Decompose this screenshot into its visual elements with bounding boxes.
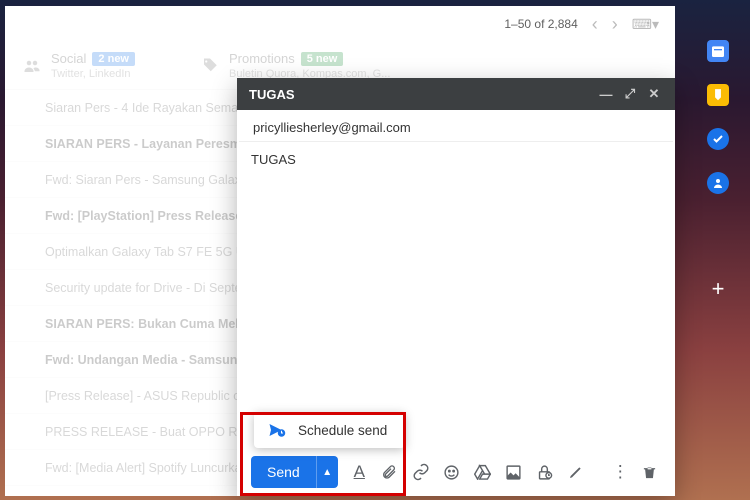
schedule-send-label: Schedule send <box>298 423 387 438</box>
minimize-icon[interactable]: — <box>597 87 615 102</box>
emoji-icon[interactable] <box>443 464 462 481</box>
prev-page-button[interactable]: ‹ <box>592 14 598 35</box>
side-panel: + <box>686 0 750 500</box>
subject-field[interactable]: TUGAS <box>237 142 675 177</box>
attach-icon[interactable] <box>381 463 400 481</box>
drive-icon[interactable] <box>474 464 493 480</box>
tab-social[interactable]: Social 2 new Twitter, LinkedIn <box>5 42 153 89</box>
tab-promotions-label: Promotions <box>229 51 295 66</box>
image-icon[interactable] <box>505 464 524 481</box>
tasks-icon[interactable] <box>707 128 729 150</box>
contacts-icon[interactable] <box>707 172 729 194</box>
schedule-send-menu[interactable]: Schedule send <box>254 412 405 448</box>
compose-title: TUGAS <box>249 87 295 102</box>
more-options-icon[interactable]: ⋮ <box>611 462 630 482</box>
compose-body[interactable] <box>237 177 675 448</box>
confidential-icon[interactable] <box>536 464 555 481</box>
send-options-button[interactable]: ▲ <box>316 456 338 488</box>
pen-icon[interactable] <box>568 464 587 480</box>
people-icon <box>23 57 41 75</box>
toolbar-top: 1–50 of 2,884 ‹ › ⌨▾ <box>5 6 675 42</box>
pagination-range: 1–50 of 2,884 <box>504 17 577 31</box>
add-apps-button[interactable]: + <box>712 276 725 302</box>
link-icon[interactable] <box>412 463 431 481</box>
compose-header[interactable]: TUGAS — ⤢ ✕ <box>237 78 675 110</box>
gmail-panel: 1–50 of 2,884 ‹ › ⌨▾ Social 2 new Twitte… <box>5 6 675 496</box>
send-button[interactable]: Send <box>251 456 316 488</box>
tag-icon <box>201 57 219 75</box>
expand-icon[interactable]: ⤢ <box>621 86 639 102</box>
keep-icon[interactable] <box>707 84 729 106</box>
promotions-badge: 5 new <box>301 52 344 66</box>
tab-social-label: Social <box>51 51 86 66</box>
calendar-icon[interactable] <box>707 40 729 62</box>
input-tools-icon[interactable]: ⌨▾ <box>632 16 659 33</box>
send-split-button: Send ▲ <box>251 456 338 488</box>
tab-social-meta: Twitter, LinkedIn <box>51 68 135 80</box>
schedule-send-icon <box>268 422 286 438</box>
next-page-button[interactable]: › <box>612 14 618 35</box>
compose-window: TUGAS — ⤢ ✕ pricylliesherley@gmail.com T… <box>237 78 675 496</box>
discard-icon[interactable] <box>642 464 661 481</box>
compose-toolbar: Send ▲ A <box>237 448 675 496</box>
format-icon[interactable]: A <box>350 462 369 482</box>
recipient-field[interactable]: pricylliesherley@gmail.com <box>239 110 673 142</box>
social-badge: 2 new <box>92 52 135 66</box>
close-icon[interactable]: ✕ <box>645 86 663 102</box>
